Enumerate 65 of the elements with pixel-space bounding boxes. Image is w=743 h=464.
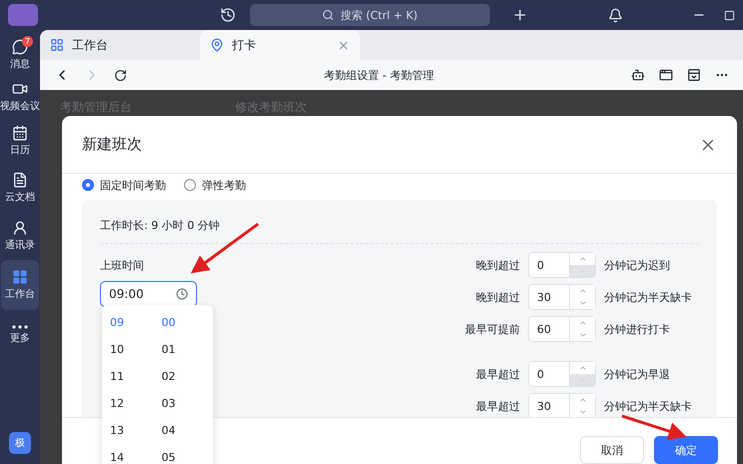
document-icon — [12, 172, 28, 188]
time-option[interactable]: 03 — [162, 390, 213, 417]
confirm-button[interactable]: 确定 — [654, 436, 718, 464]
calendar-icon — [12, 125, 28, 141]
rule-label: 晚到超过 — [475, 290, 520, 304]
rule-suffix: 分钟记为半天缺卡 — [604, 290, 692, 304]
time-option[interactable]: 13 — [110, 417, 162, 444]
grid-icon — [50, 38, 64, 52]
rule-label: 最早超过 — [475, 398, 520, 414]
location-pin-icon — [210, 38, 224, 52]
rule-suffix: 分钟进行打卡 — [604, 322, 670, 336]
sidebar-item[interactable]: 消息 7 — [1, 34, 39, 76]
close-icon[interactable] — [337, 38, 350, 52]
sidebar-item[interactable]: 视频会议 — [1, 76, 39, 118]
cancel-button[interactable]: 取消 — [580, 436, 644, 464]
window-icon[interactable] — [659, 68, 673, 82]
sidebar-item[interactable]: 更多 — [1, 310, 39, 360]
search-placeholder: 搜索 (Ctrl + K) — [340, 8, 418, 22]
user-avatar[interactable]: 极 — [9, 432, 31, 454]
time-input[interactable]: 09:00 — [100, 281, 197, 307]
search-icon — [322, 9, 334, 21]
time-option[interactable]: 09 — [110, 309, 162, 336]
rule-label: 最早超过 — [475, 366, 520, 382]
dialog-title: 新建班次 — [82, 135, 142, 154]
browser-tab[interactable]: 工作台 — [40, 30, 200, 60]
time-option[interactable]: 02 — [162, 363, 213, 390]
time-option[interactable]: 12 — [110, 390, 162, 417]
time-option[interactable]: 11 — [110, 363, 162, 390]
unread-badge: 7 — [22, 36, 33, 47]
time-option[interactable]: 00 — [162, 309, 213, 336]
sidebar-item[interactable]: 工作台 — [1, 260, 39, 310]
rule-label: 最早可提前 — [464, 322, 520, 336]
more-icon — [12, 325, 28, 329]
chat-icon — [12, 39, 28, 55]
time-option[interactable]: 14 — [110, 444, 162, 464]
browser-tab[interactable]: 打卡 — [200, 30, 360, 60]
grid-icon — [12, 269, 28, 285]
radio-option[interactable]: 固定时间考勤 — [82, 178, 166, 192]
history-icon[interactable] — [220, 7, 236, 23]
plus-icon[interactable] — [512, 7, 528, 23]
maximize-icon[interactable] — [724, 10, 735, 20]
robot-icon[interactable] — [631, 68, 645, 82]
time-option[interactable]: 10 — [110, 336, 162, 363]
sidebar-item[interactable]: 云文档 — [1, 164, 39, 212]
page-title: 考勤组设置 - 考勤管理 — [323, 68, 435, 82]
reload-icon[interactable] — [114, 68, 127, 82]
sidebar-item[interactable]: 日历 — [1, 118, 39, 164]
annotation-arrow — [622, 414, 687, 440]
field-label: 上班时间 — [100, 258, 145, 273]
rule-suffix: 分钟记为早退 — [604, 366, 670, 382]
time-option[interactable]: 01 — [162, 336, 213, 363]
time-option[interactable]: 05 — [162, 444, 213, 464]
time-option[interactable]: 04 — [162, 417, 213, 444]
rule-label: 晚到超过 — [475, 258, 520, 272]
rule-suffix: 分钟记为迟到 — [604, 258, 670, 272]
search-field[interactable]: 搜索 (Ctrl + K) — [250, 4, 490, 26]
rule-suffix: 分钟记为半天缺卡 — [604, 398, 692, 414]
work-duration: 工作时长: 9 小时 0 分钟 — [100, 218, 699, 244]
app-logo-icon — [8, 4, 38, 26]
radio-option[interactable]: 弹性考勤 — [184, 178, 246, 192]
person-icon — [12, 220, 28, 236]
clock-icon — [176, 288, 188, 300]
panel-icon[interactable] — [687, 68, 701, 82]
sidebar-item[interactable]: 通讯录 — [1, 212, 39, 260]
notification-settings-icon[interactable] — [608, 8, 623, 22]
